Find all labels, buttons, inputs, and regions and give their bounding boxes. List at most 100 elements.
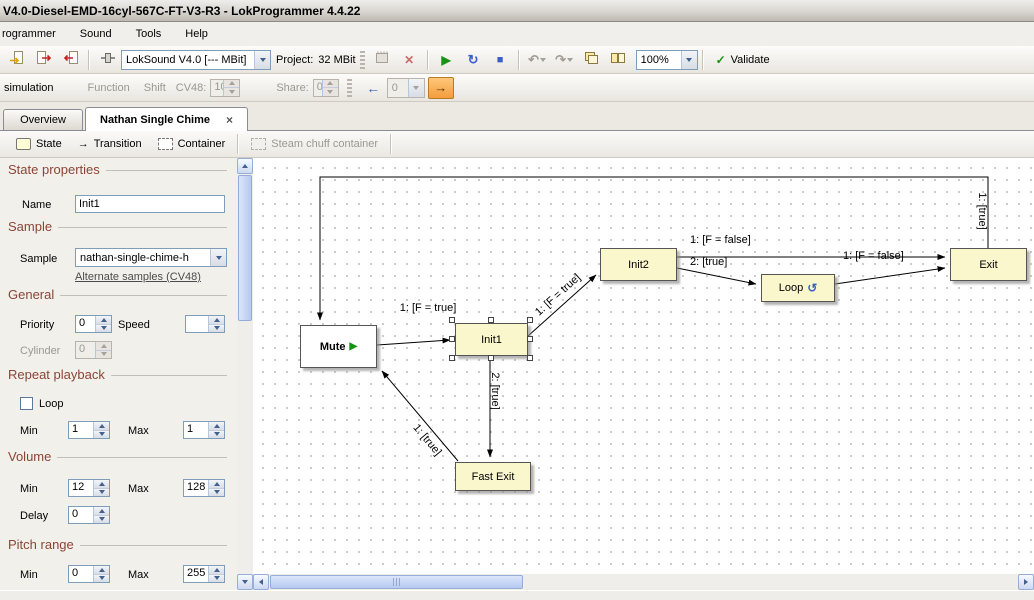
- volume-max-stepper[interactable]: 128: [183, 479, 225, 497]
- scroll-up-button[interactable]: [237, 158, 253, 174]
- zoom-select[interactable]: 100%: [636, 50, 698, 70]
- spin-up-icon[interactable]: [96, 316, 111, 325]
- add-transition-button[interactable]: → Transition: [70, 135, 150, 153]
- play-button[interactable]: ▶: [434, 48, 459, 72]
- spin-up-icon[interactable]: [94, 480, 109, 489]
- diagram-canvas[interactable]: 1: [F = true] 1: [F = true] 1: [F = fals…: [253, 158, 1034, 590]
- memory-button[interactable]: [370, 48, 395, 72]
- scrollbar-thumb[interactable]: [270, 575, 523, 589]
- add-steam-chuff-container-button[interactable]: Steam chuff container: [243, 135, 386, 153]
- device-select[interactable]: LokSound V4.0 [--- MBit]: [121, 50, 271, 70]
- toolbar-grip[interactable]: [360, 51, 365, 69]
- add-state-button[interactable]: State: [8, 135, 70, 153]
- tab-nathan-single-chime[interactable]: Nathan Single Chime ×: [85, 107, 248, 131]
- spin-up-icon[interactable]: [94, 422, 109, 431]
- open-file-button[interactable]: [4, 48, 29, 72]
- spin-up-icon[interactable]: [209, 566, 224, 575]
- undo-button[interactable]: ↶: [525, 48, 550, 72]
- speed-stepper[interactable]: [185, 315, 225, 333]
- write-decoder-button[interactable]: [31, 48, 56, 72]
- delete-button[interactable]: ✕: [397, 48, 422, 72]
- scroll-left-button[interactable]: [253, 574, 269, 590]
- spin-down-icon[interactable]: [224, 88, 239, 96]
- redo-button[interactable]: ↷: [552, 48, 577, 72]
- spin-down-icon[interactable]: [94, 516, 109, 524]
- sample-select-arrow[interactable]: [210, 249, 226, 266]
- spin-down-icon[interactable]: [94, 575, 109, 583]
- zoom-select-arrow[interactable]: [681, 51, 697, 69]
- menu-programmer[interactable]: rogrammer: [0, 22, 68, 46]
- menu-sound[interactable]: Sound: [68, 22, 124, 46]
- state-node-loop[interactable]: Loop ↺: [761, 274, 835, 302]
- state-node-init2[interactable]: Init2: [600, 248, 677, 281]
- add-container-button[interactable]: Container: [150, 135, 234, 153]
- repeat-min-stepper[interactable]: 1: [68, 421, 110, 439]
- tab-overview[interactable]: Overview: [3, 109, 83, 130]
- interface-button[interactable]: [95, 48, 120, 72]
- pitch-max-stepper[interactable]: 255: [183, 565, 225, 583]
- pitch-min-stepper[interactable]: 0: [68, 565, 110, 583]
- sample-select[interactable]: nathan-single-chime-h: [75, 248, 227, 267]
- spin-up-icon[interactable]: [224, 80, 239, 89]
- selection-handle-s[interactable]: [488, 355, 494, 361]
- share-stepper[interactable]: 0: [313, 79, 339, 97]
- state-node-mute[interactable]: Mute ▶: [300, 325, 377, 368]
- spin-up-icon[interactable]: [323, 80, 338, 89]
- spin-down-icon[interactable]: [94, 489, 109, 497]
- spin-down-icon[interactable]: [209, 575, 224, 583]
- spin-down-icon[interactable]: [209, 325, 224, 333]
- menu-help[interactable]: Help: [173, 22, 220, 46]
- step-back-button[interactable]: ←: [361, 76, 386, 100]
- selection-handle-w[interactable]: [449, 336, 455, 342]
- tile-windows-button[interactable]: [606, 48, 631, 72]
- sim-index-arrow[interactable]: [408, 79, 424, 97]
- selection-handle-nw[interactable]: [449, 317, 455, 323]
- sim-index-select[interactable]: 0: [387, 78, 425, 98]
- state-node-init1[interactable]: Init1: [455, 323, 528, 356]
- step-forward-button[interactable]: →: [428, 77, 454, 99]
- spin-down-icon[interactable]: [323, 88, 338, 96]
- tab-close-icon[interactable]: ×: [226, 114, 233, 126]
- spin-down-icon[interactable]: [209, 431, 224, 439]
- menu-tools[interactable]: Tools: [124, 22, 174, 46]
- read-decoder-button[interactable]: [58, 48, 83, 72]
- stop-button[interactable]: ■: [488, 48, 513, 72]
- scroll-right-button[interactable]: [1018, 574, 1034, 590]
- spin-up-icon[interactable]: [209, 422, 224, 431]
- scrollbar-thumb[interactable]: [238, 175, 252, 321]
- cascade-windows-button[interactable]: [579, 48, 604, 72]
- selection-handle-e[interactable]: [527, 336, 533, 342]
- alternate-samples-link[interactable]: Alternate samples (CV48): [75, 271, 201, 283]
- state-node-exit[interactable]: Exit: [950, 248, 1027, 281]
- selection-handle-ne[interactable]: [527, 317, 533, 323]
- repeat-max-stepper[interactable]: 1: [183, 421, 225, 439]
- delay-stepper[interactable]: 0: [68, 506, 110, 524]
- spin-up-icon[interactable]: [209, 316, 224, 325]
- device-select-arrow[interactable]: [254, 51, 270, 69]
- spin-down-icon[interactable]: [94, 431, 109, 439]
- spin-down-icon[interactable]: [209, 489, 224, 497]
- spin-down-icon[interactable]: [96, 351, 111, 359]
- name-input[interactable]: [75, 195, 225, 213]
- spin-down-icon[interactable]: [96, 325, 111, 333]
- spin-up-icon[interactable]: [96, 342, 111, 351]
- state-machine-diagram[interactable]: 1: [F = true] 1: [F = true] 1: [F = fals…: [253, 158, 1034, 574]
- properties-scrollbar[interactable]: [237, 158, 253, 590]
- selection-handle-se[interactable]: [527, 355, 533, 361]
- spin-up-icon[interactable]: [94, 507, 109, 516]
- volume-min-stepper[interactable]: 12: [68, 479, 110, 497]
- cv48-stepper[interactable]: 10: [210, 79, 240, 97]
- loop-checkbox[interactable]: [20, 397, 33, 410]
- cylinder-stepper[interactable]: 0: [75, 341, 112, 359]
- spin-up-icon[interactable]: [209, 480, 224, 489]
- selection-handle-sw[interactable]: [449, 355, 455, 361]
- state-node-fast-exit[interactable]: Fast Exit: [455, 462, 531, 491]
- priority-stepper[interactable]: 0: [75, 315, 112, 333]
- validate-button[interactable]: ✓ Validate: [708, 50, 778, 70]
- selection-handle-n[interactable]: [488, 317, 494, 323]
- toolbar-grip[interactable]: [347, 79, 352, 97]
- spin-up-icon[interactable]: [94, 566, 109, 575]
- scroll-down-button[interactable]: [237, 574, 253, 590]
- loop-play-button[interactable]: ↻: [461, 48, 486, 72]
- canvas-horizontal-scrollbar[interactable]: [253, 574, 1034, 590]
